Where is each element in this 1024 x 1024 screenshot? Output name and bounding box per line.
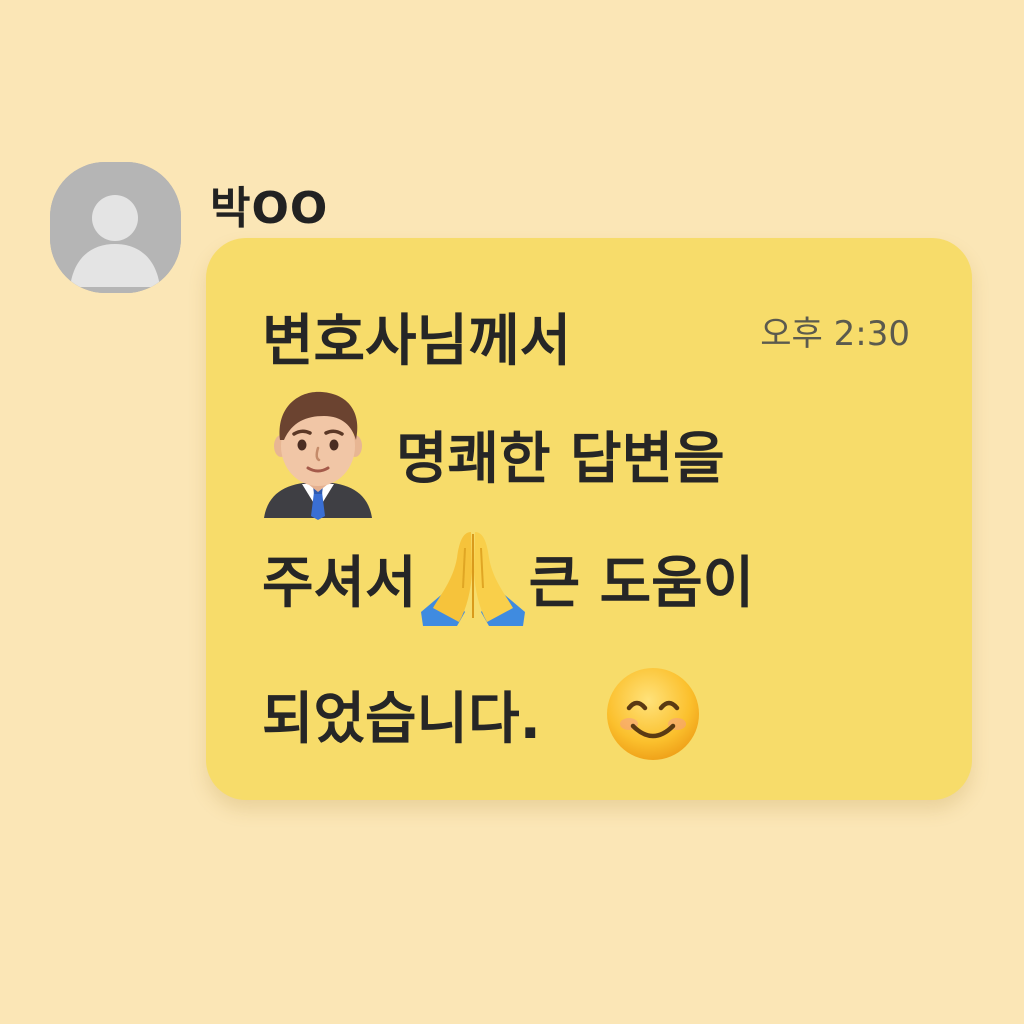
sender-avatar[interactable] [50,162,181,293]
folded-hands-emoji [417,528,529,628]
message-line-3-text-a: 주셔서 [262,550,417,616]
message-line-2-text: 명쾌한 답변을 [396,426,725,492]
message-line-2: 명쾌한 답변을 [262,388,725,520]
sender-name: 박OO [210,183,329,234]
smiling-face-emoji [605,666,701,762]
message-line-3: 주셔서 큰 도움이 [262,528,754,628]
message-bubble[interactable]: 오후 2:30 변호사님께서 명쾌한 답변을 주셔서 큰 도움이 되었습니다. [206,238,972,800]
default-user-icon [50,162,181,293]
message-time: 오후 2:30 [760,314,910,354]
message-line-4: 되었습니다. [262,666,701,762]
chat-screen: 박OO 오후 2:30 변호사님께서 명쾌한 답변을 주셔서 큰 도움이 되었습… [0,0,1024,1024]
message-line-4-text: 되었습니다. [262,686,541,752]
message-line-3-text-b: 큰 도움이 [528,550,755,616]
man-office-worker-emoji [262,388,374,520]
message-line-1: 변호사님께서 [262,309,572,374]
